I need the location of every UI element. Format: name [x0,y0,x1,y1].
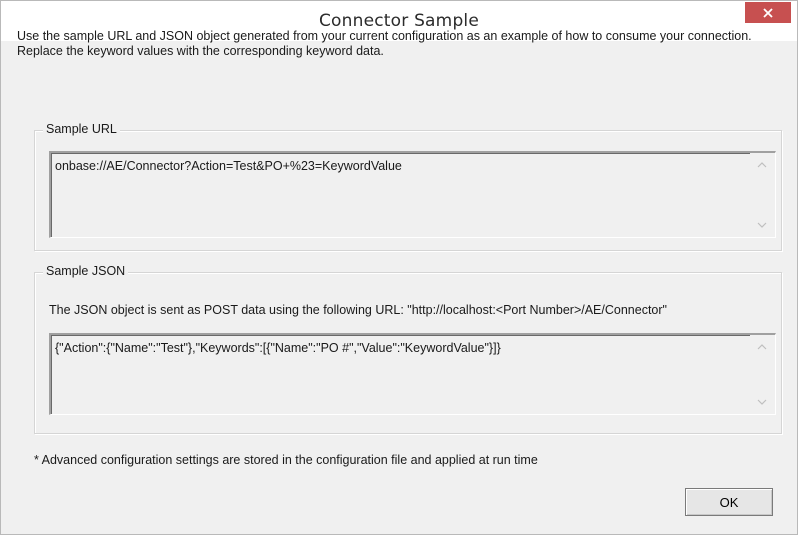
window-title: Connector Sample [318,11,480,31]
scroll-up-arrow-icon[interactable] [756,161,768,169]
sample-json-legend: Sample JSON [43,264,129,278]
description-text: Use the sample URL and JSON object gener… [17,29,752,58]
sample-url-scrollbar[interactable] [750,153,775,237]
connector-sample-dialog: Connector Sample Use the sample URL and … [0,0,798,535]
scroll-down-arrow-icon[interactable] [756,398,768,406]
sample-url-value[interactable]: onbase://AE/Connector?Action=Test&PO+%23… [55,159,402,173]
sample-url-group: Sample URL onbase://AE/Connector?Action=… [34,122,782,251]
sample-json-textbox[interactable]: {"Action":{"Name":"Test"},"Keywords":[{"… [49,333,776,415]
sample-json-value[interactable]: {"Action":{"Name":"Test"},"Keywords":[{"… [55,341,501,355]
json-post-url-note: The JSON object is sent as POST data usi… [49,303,667,317]
ok-button[interactable]: OK [685,488,773,516]
sample-url-legend: Sample URL [43,122,120,136]
sample-url-textbox[interactable]: onbase://AE/Connector?Action=Test&PO+%23… [49,151,776,238]
sample-json-scrollbar[interactable] [750,335,775,414]
scroll-up-arrow-icon[interactable] [756,343,768,351]
close-icon [763,7,773,18]
sample-json-group: Sample JSON The JSON object is sent as P… [34,264,782,434]
scroll-down-arrow-icon[interactable] [756,221,768,229]
footnote-text: * Advanced configuration settings are st… [34,453,538,467]
close-button[interactable] [745,2,791,23]
